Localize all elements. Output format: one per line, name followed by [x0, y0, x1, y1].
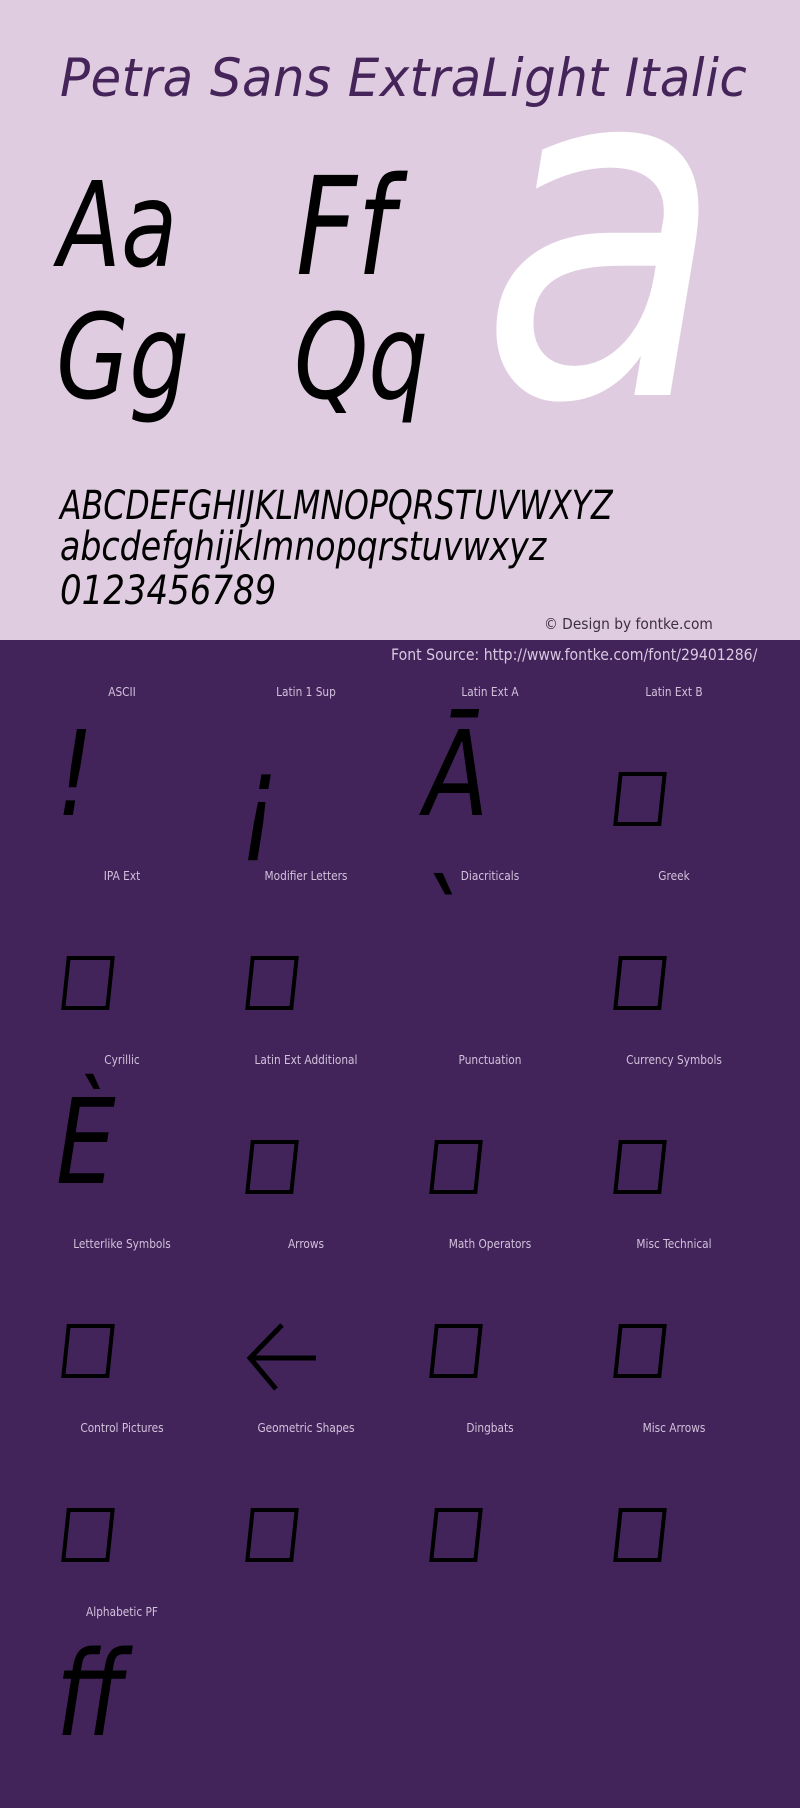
sample-pair-ff: Ff	[296, 149, 395, 307]
specimen-header: Petra Sans ExtraLight Italic Aa Ff Gg Qq…	[0, 0, 800, 640]
unicode-block-cell: Modifier Letters	[214, 864, 398, 1048]
big-sample-glyph: a	[480, 0, 725, 506]
unicode-block-label: Latin Ext B	[645, 685, 703, 699]
unicode-block-cell: Cyrillic È	[30, 1048, 214, 1232]
unicode-block-label: Misc Technical	[636, 1237, 712, 1251]
alphabet-lowercase: abcdefghijklmnopqrstuvwxyz	[60, 524, 547, 570]
font-source-link[interactable]: Font Source: http://www.fontke.com/font/…	[391, 644, 757, 666]
missing-glyph-box-icon	[613, 1324, 667, 1378]
sample-glyph: Ā	[424, 705, 489, 843]
sample-glyph: È	[56, 1073, 116, 1211]
unicode-block-cell: Geometric Shapes	[214, 1416, 398, 1600]
missing-glyph-box-icon	[613, 1508, 667, 1562]
sample-glyph: !	[56, 705, 94, 843]
sample-pair-aa: Aa	[58, 156, 178, 294]
missing-glyph-box-icon	[61, 1508, 115, 1562]
unicode-block-cell: Latin Ext A Ā	[398, 680, 582, 864]
unicode-block-label: Alphabetic PF	[86, 1605, 158, 1619]
unicode-block-label: Control Pictures	[80, 1421, 164, 1435]
unicode-block-cell: IPA Ext	[30, 864, 214, 1048]
unicode-block-cell: Math Operators	[398, 1232, 582, 1416]
unicode-block-label: IPA Ext	[103, 869, 141, 883]
unicode-block-label: Latin Ext A	[461, 685, 519, 699]
unicode-block-cell: Control Pictures	[30, 1416, 214, 1600]
unicode-block-cell: Punctuation	[398, 1048, 582, 1232]
missing-glyph-box-icon	[61, 1324, 115, 1378]
unicode-block-cell: Arrows	[214, 1232, 398, 1416]
missing-glyph-box-icon	[613, 1140, 667, 1194]
unicode-block-label: Arrows	[287, 1237, 325, 1251]
unicode-block-cell: Greek	[582, 864, 766, 1048]
unicode-block-cell: Latin 1 Sup ¡	[214, 680, 398, 864]
sample-pair-qq: Qq	[294, 288, 429, 426]
sample-glyph: ff	[56, 1625, 125, 1763]
unicode-block-cell: Diacriticals̀	[398, 864, 582, 1048]
missing-glyph-box-icon	[245, 956, 299, 1010]
unicode-block-label: ASCII	[108, 685, 136, 699]
unicode-block-label: Letterlike Symbols	[73, 1237, 171, 1251]
unicode-block-cell: Dingbats	[398, 1416, 582, 1600]
missing-glyph-box-icon	[429, 1324, 483, 1378]
alphabet-uppercase: ABCDEFGHIJKLMNOPQRSTUVWXYZ	[60, 483, 613, 529]
unicode-block-label: Greek	[658, 869, 690, 883]
unicode-block-cell: Letterlike Symbols	[30, 1232, 214, 1416]
missing-glyph-box-icon	[245, 1140, 299, 1194]
missing-glyph-box-icon	[613, 772, 667, 826]
unicode-block-label: Math Operators	[448, 1237, 532, 1251]
alphabet-digits: 0123456789	[60, 568, 277, 614]
unicode-block-cell: ASCII!	[30, 680, 214, 864]
unicode-block-label: Latin 1 Sup	[276, 685, 336, 699]
unicode-block-cell: Misc Technical	[582, 1232, 766, 1416]
unicode-block-label: Diacriticals	[460, 869, 520, 883]
copyright-note: © Design by fontke.com	[544, 615, 713, 633]
missing-glyph-box-icon	[245, 1508, 299, 1562]
unicode-block-cell: Currency Symbols	[582, 1048, 766, 1232]
sample-pair-gg: Gg	[56, 288, 190, 426]
unicode-block-label: Latin Ext Additional	[254, 1053, 358, 1067]
unicode-block-label: Dingbats	[466, 1421, 514, 1435]
missing-glyph-box-icon	[613, 956, 667, 1010]
unicode-block-label: Misc Arrows	[642, 1421, 706, 1435]
left-arrow-glyph-icon	[246, 1323, 316, 1391]
unicode-block-cell: Alphabetic PF ff	[30, 1600, 214, 1784]
sample-glyph: ¡	[240, 729, 278, 867]
unicode-block-label: Cyrillic	[104, 1053, 140, 1067]
unicode-block-cell: Misc Arrows	[582, 1416, 766, 1600]
unicode-block-label: Geometric Shapes	[257, 1421, 355, 1435]
unicode-block-cell: Latin Ext Additional	[214, 1048, 398, 1232]
missing-glyph-box-icon	[61, 956, 115, 1010]
unicode-block-label: Modifier Letters	[264, 869, 348, 883]
unicode-block-cell: Latin Ext B	[582, 680, 766, 864]
unicode-block-label: Currency Symbols	[626, 1053, 722, 1067]
unicode-block-label: Punctuation	[458, 1053, 522, 1067]
missing-glyph-box-icon	[429, 1140, 483, 1194]
missing-glyph-box-icon	[429, 1508, 483, 1562]
